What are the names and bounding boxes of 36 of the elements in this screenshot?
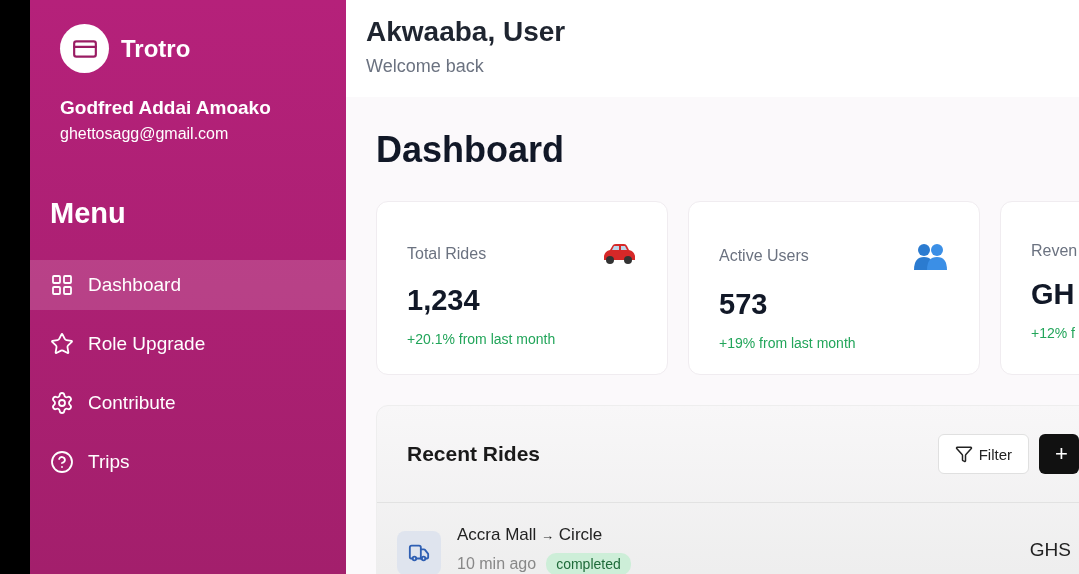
user-email: ghettosagg@gmail.com bbox=[60, 125, 230, 143]
ride-route: Accra Mall → Circle bbox=[457, 525, 604, 545]
user-name: Godfred Addai Amoako bbox=[60, 97, 272, 119]
page-title: Dashboard bbox=[376, 129, 566, 171]
star-icon bbox=[50, 332, 74, 356]
people-icon bbox=[913, 242, 949, 270]
stat-change: +12% f bbox=[1031, 325, 1076, 341]
add-button[interactable]: + bbox=[1039, 434, 1079, 474]
car-icon bbox=[601, 242, 637, 266]
stat-value: 1,234 bbox=[407, 284, 481, 317]
greeting-title: Akwaaba, User bbox=[366, 16, 567, 48]
panel-title: Recent Rides bbox=[407, 442, 541, 466]
brand-name: Trotro bbox=[121, 34, 191, 63]
logo-icon bbox=[60, 24, 109, 73]
stat-change: +19% from last month bbox=[719, 335, 857, 351]
nav-item[interactable]: Role Upgrade bbox=[30, 319, 346, 369]
greeting-subtitle: Welcome back bbox=[366, 56, 485, 77]
nav-item[interactable]: Contribute bbox=[30, 378, 346, 428]
help-icon bbox=[50, 450, 74, 474]
nav-item[interactable]: Dashboard bbox=[30, 260, 346, 310]
settings-icon bbox=[50, 391, 74, 415]
ride-time: 10 min ago bbox=[457, 555, 537, 573]
grid-icon bbox=[50, 273, 74, 297]
stat-value: GH bbox=[1031, 278, 1076, 311]
stat-value: 573 bbox=[719, 288, 769, 321]
nav-item[interactable]: Trips bbox=[30, 437, 346, 487]
filter-button[interactable]: Filter bbox=[937, 434, 1029, 474]
stat-change: +20.1% from last month bbox=[407, 331, 557, 347]
truck-icon bbox=[397, 531, 441, 574]
stat-label: Reven bbox=[1031, 242, 1078, 260]
filter-icon bbox=[954, 445, 973, 463]
status-badge: completed bbox=[546, 553, 631, 574]
menu-title: Menu bbox=[50, 197, 127, 230]
ride-amount: GHS bbox=[1029, 539, 1071, 561]
stat-label: Active Users bbox=[719, 247, 809, 265]
stat-label: Total Rides bbox=[407, 245, 487, 263]
